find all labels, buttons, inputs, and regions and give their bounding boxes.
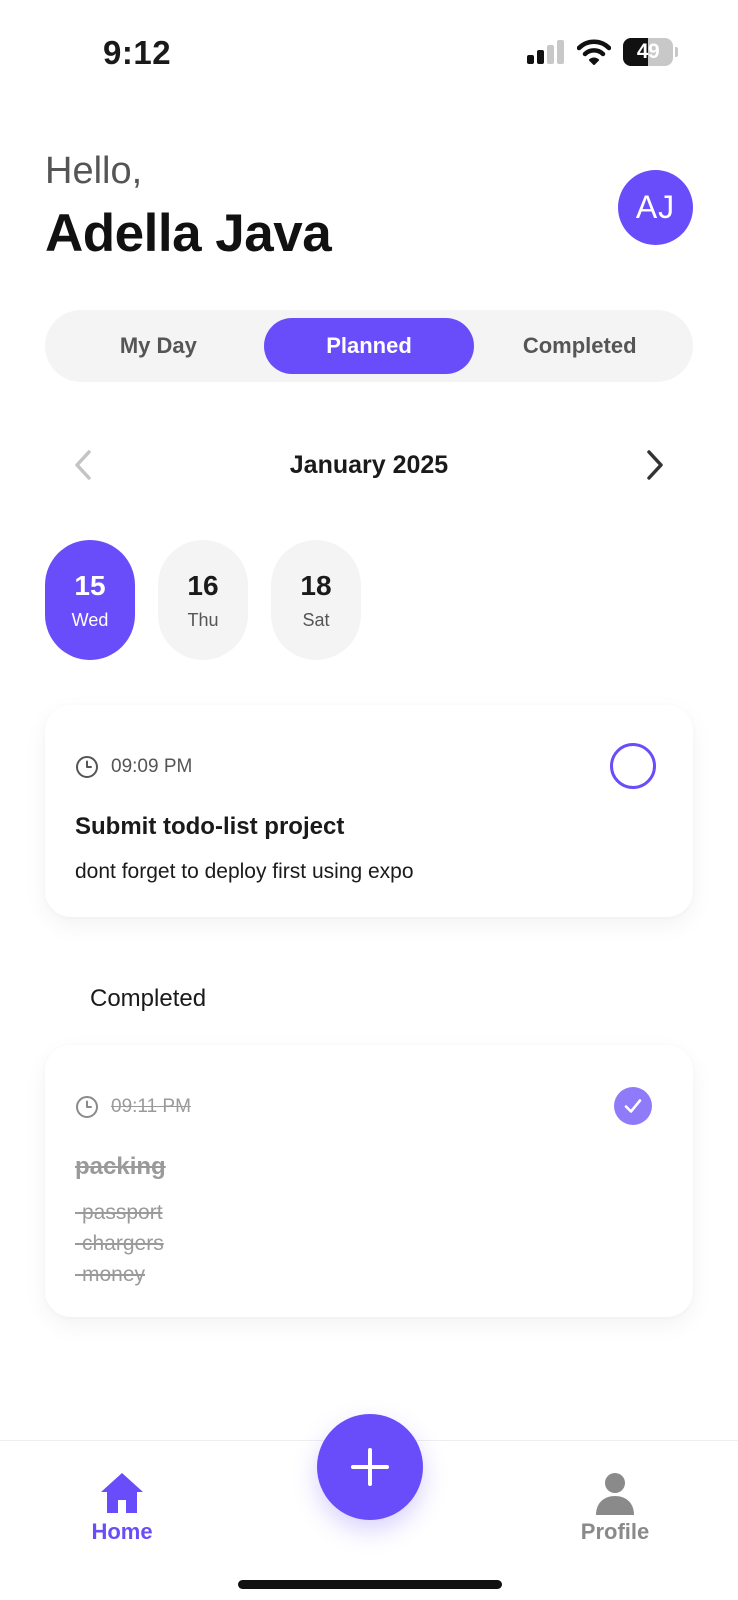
date-number: 16 xyxy=(187,569,219,601)
completed-section-heading: Completed xyxy=(90,985,207,1012)
home-icon xyxy=(101,1473,143,1513)
person-icon xyxy=(596,1473,634,1515)
date-selector: 15 Wed 16 Thu 18 Sat xyxy=(45,540,361,660)
date-pill-16[interactable]: 16 Thu xyxy=(158,540,248,660)
date-number: 18 xyxy=(300,569,332,601)
date-weekday: Wed xyxy=(71,609,109,630)
wifi-icon xyxy=(577,39,611,65)
date-number: 15 xyxy=(74,569,106,601)
checkmark-icon xyxy=(624,1099,642,1113)
nav-profile[interactable]: Profile xyxy=(570,1471,660,1545)
task-card[interactable]: 09:09 PM Submit todo-list project dont f… xyxy=(45,705,693,917)
tab-completed[interactable]: Completed xyxy=(474,318,685,374)
battery-tip xyxy=(675,47,678,57)
month-title: January 2025 xyxy=(289,451,449,479)
task-title: Submit todo-list project xyxy=(75,813,345,840)
tab-my-day[interactable]: My Day xyxy=(53,318,264,374)
chevron-right-icon xyxy=(647,450,663,480)
clock-icon xyxy=(76,756,98,778)
task-title: packing xyxy=(75,1153,166,1180)
avatar[interactable]: AJ xyxy=(618,170,693,245)
date-pill-18[interactable]: 18 Sat xyxy=(271,540,361,660)
task-checkbox-checked[interactable] xyxy=(614,1087,652,1125)
status-time: 9:12 xyxy=(103,34,172,71)
nav-home-label: Home xyxy=(91,1519,153,1544)
battery-level: 49 xyxy=(636,40,660,63)
clock-icon xyxy=(76,1096,98,1118)
user-name: Adella Java xyxy=(45,204,332,263)
nav-profile-label: Profile xyxy=(580,1519,650,1544)
task-time: 09:09 PM xyxy=(75,755,192,779)
plus-icon xyxy=(351,1448,389,1486)
completed-task-card[interactable]: 09:11 PM packing -passport -chargers -mo… xyxy=(45,1045,693,1317)
add-task-button[interactable] xyxy=(317,1414,423,1520)
next-month-button[interactable] xyxy=(640,447,670,483)
task-checkbox[interactable] xyxy=(610,743,656,789)
cellular-signal-icon xyxy=(527,40,564,64)
task-description: -passport -chargers -money xyxy=(75,1201,164,1286)
task-time-text: 09:09 PM xyxy=(111,756,193,777)
home-indicator xyxy=(238,1580,502,1589)
status-icons: 49 xyxy=(527,38,678,66)
task-time: 09:11 PM xyxy=(75,1095,191,1119)
nav-home[interactable]: Home xyxy=(78,1471,166,1545)
battery-icon: 49 xyxy=(623,38,673,66)
task-time-text: 09:11 PM xyxy=(111,1096,191,1117)
greeting-text: Hello, xyxy=(45,150,143,192)
task-description: dont forget to deploy first using expo xyxy=(75,860,414,883)
date-weekday: Thu xyxy=(187,609,219,630)
date-weekday: Sat xyxy=(302,609,330,630)
segmented-tabs: My Day Planned Completed xyxy=(45,310,693,382)
tab-planned[interactable]: Planned xyxy=(263,318,475,374)
date-pill-15[interactable]: 15 Wed xyxy=(45,540,135,660)
